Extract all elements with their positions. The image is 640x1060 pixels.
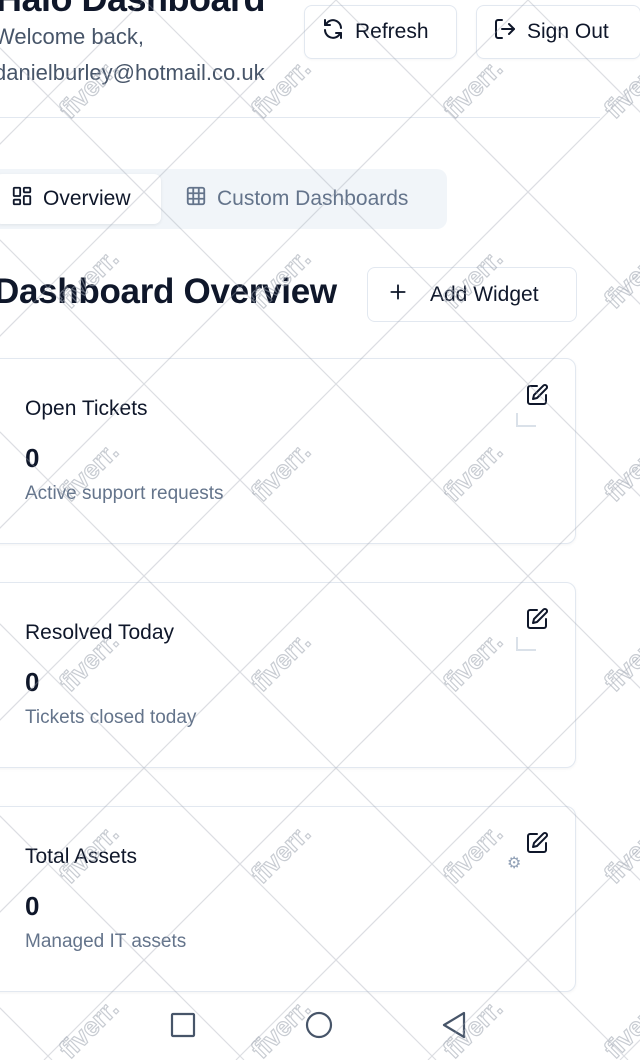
- back-triangle-icon[interactable]: [438, 1009, 470, 1041]
- card-value: 0: [25, 891, 40, 921]
- tab-overview-label: Overview: [43, 187, 131, 210]
- card-description: Tickets closed today: [25, 707, 197, 728]
- card-description: Active support requests: [25, 483, 224, 504]
- refresh-button[interactable]: Refresh: [304, 5, 457, 59]
- card-value: 0: [25, 667, 40, 697]
- watermark-text: fiverr.: [598, 53, 640, 124]
- system-nav-bar: [0, 995, 640, 1060]
- card-value: 0: [25, 443, 40, 473]
- gear-icon: ⚙: [507, 855, 522, 872]
- stat-card-total-assets: Total Assets 0 Managed IT assets ⚙: [0, 806, 576, 992]
- sign-out-label: Sign Out: [527, 20, 609, 43]
- edit-icon: [527, 832, 548, 853]
- chart-icon: [516, 637, 536, 651]
- refresh-icon: [321, 17, 345, 47]
- refresh-label: Refresh: [355, 20, 429, 43]
- card-description: Managed IT assets: [25, 931, 187, 952]
- card-title: Total Assets: [25, 845, 138, 868]
- stat-card-resolved-today: Resolved Today 0 Tickets closed today: [0, 582, 576, 768]
- tab-custom-dashboards-label: Custom Dashboards: [217, 187, 409, 210]
- edit-widget-button[interactable]: [525, 607, 553, 635]
- section-title: Dashboard Overview: [0, 272, 337, 311]
- card-title: Resolved Today: [25, 621, 175, 644]
- watermark-line: [619, 1039, 640, 1060]
- tab-overview[interactable]: Overview: [0, 174, 161, 224]
- card-title: Open Tickets: [25, 397, 148, 420]
- user-email: danielburley@hotmail.co.uk: [0, 60, 265, 85]
- watermark-text: fiverr.: [598, 243, 640, 314]
- recents-square-icon[interactable]: [167, 1009, 199, 1041]
- watermark-text: fiverr.: [598, 818, 640, 889]
- logout-icon: [493, 17, 517, 47]
- table-grid-icon: [185, 185, 207, 213]
- sign-out-button[interactable]: Sign Out: [476, 5, 640, 59]
- tab-custom-dashboards[interactable]: Custom Dashboards: [169, 174, 424, 224]
- header-divider: [0, 117, 600, 118]
- add-widget-button[interactable]: Add Widget: [367, 267, 577, 322]
- add-widget-label: Add Widget: [430, 282, 539, 306]
- layout-grid-icon: [11, 185, 33, 213]
- dashboard-tabs: Overview Custom Dashboards: [0, 169, 447, 229]
- edit-widget-button[interactable]: [525, 831, 553, 859]
- plus-icon: [388, 282, 408, 308]
- watermark-text: fiverr.: [437, 53, 508, 124]
- edit-widget-button[interactable]: [525, 383, 553, 411]
- edit-icon: [527, 608, 548, 629]
- edit-icon: [527, 384, 548, 405]
- chart-icon: [516, 413, 536, 427]
- stat-card-open-tickets: Open Tickets 0 Active support requests: [0, 358, 576, 544]
- watermark-text: fiverr.: [598, 436, 640, 507]
- welcome-text: Welcome back,: [0, 24, 144, 49]
- watermark-text: fiverr.: [598, 626, 640, 697]
- home-circle-icon[interactable]: [303, 1009, 335, 1041]
- app-title: Halo Dashboard: [0, 0, 266, 20]
